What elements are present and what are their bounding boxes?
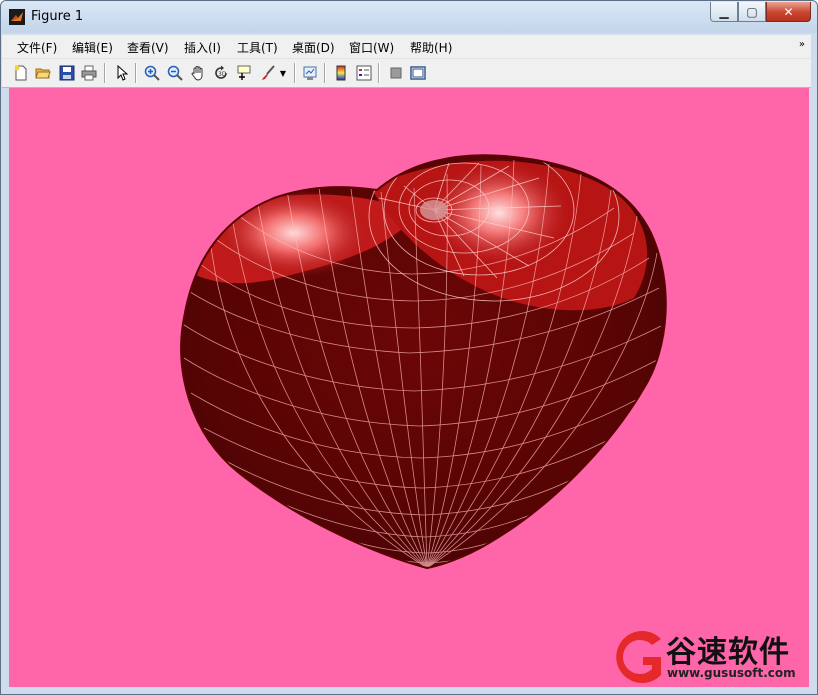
show-plot-tools-button[interactable]: [408, 63, 428, 83]
watermark: 谷速软件 www.gususoft.com: [609, 627, 809, 687]
new-file-icon: [14, 65, 27, 81]
figure-canvas[interactable]: 谷速软件 www.gususoft.com: [9, 88, 809, 687]
link-plot-icon: [303, 66, 317, 80]
print-figure-button[interactable]: [79, 63, 99, 83]
rotate-3d-icon: 3D: [215, 65, 227, 79]
zoom-out-icon: [167, 65, 183, 81]
data-cursor-button[interactable]: [234, 63, 254, 83]
folder-open-icon: [35, 68, 51, 79]
zoom-in-icon: [144, 65, 160, 81]
show-plot-tools-icon: [410, 66, 426, 80]
toolbar-separator: [324, 63, 326, 83]
minimize-icon: ▁: [719, 4, 729, 19]
hide-plot-tools-button[interactable]: [386, 63, 406, 83]
save-figure-button[interactable]: [57, 63, 77, 83]
zoom-out-button[interactable]: [165, 63, 185, 83]
window-controls: ▁ ▢ ✕: [710, 2, 811, 22]
figure-window: Figure 1 ▁ ▢ ✕ 文件(F) 编辑(E) 查看(V) 插入(I) 工…: [0, 0, 818, 695]
heart-surface: [181, 155, 666, 568]
toolbar-separator: [294, 63, 296, 83]
menu-desktop[interactable]: 桌面(D): [292, 39, 335, 56]
menu-tools[interactable]: 工具(T): [237, 39, 278, 56]
menu-edit[interactable]: 编辑(E): [72, 39, 113, 56]
maximize-button[interactable]: ▢: [738, 2, 766, 22]
watermark-logo-icon: [616, 631, 661, 683]
insert-legend-button[interactable]: [354, 63, 374, 83]
maximize-icon: ▢: [746, 4, 758, 19]
watermark-title: 谷速软件: [666, 635, 790, 670]
colorbar-icon: [336, 65, 346, 81]
hand-icon: [191, 66, 203, 81]
menu-window[interactable]: 窗口(W): [349, 39, 394, 56]
toolbar-separator: [104, 63, 106, 83]
menu-file[interactable]: 文件(F): [17, 39, 57, 56]
insert-colorbar-button[interactable]: [331, 63, 351, 83]
watermark-url: www.gususoft.com: [667, 666, 796, 680]
title-bar[interactable]: Figure 1 ▁ ▢ ✕: [1, 1, 817, 33]
hide-plot-tools-icon: [390, 67, 402, 79]
chevron-down-icon: ▼: [279, 68, 287, 78]
matlab-icon: [9, 9, 25, 25]
pan-button[interactable]: [188, 63, 208, 83]
toolbar-separator: [135, 63, 137, 83]
data-cursor-icon: [237, 65, 251, 80]
menu-view[interactable]: 查看(V): [127, 39, 169, 56]
edit-plot-button[interactable]: [112, 63, 132, 83]
open-file-button[interactable]: [33, 63, 53, 83]
menu-help[interactable]: 帮助(H): [410, 39, 452, 56]
new-figure-button[interactable]: [11, 63, 31, 83]
window-title: Figure 1: [31, 9, 84, 24]
printer-icon: [81, 65, 97, 81]
menu-bar: 文件(F) 编辑(E) 查看(V) 插入(I) 工具(T) 桌面(D) 窗口(W…: [2, 34, 811, 58]
toolbar-separator: [378, 63, 380, 83]
arrow-cursor-icon: [117, 65, 129, 81]
figure-toolbar: 3D ▼: [2, 58, 811, 88]
brush-icon: [262, 65, 275, 80]
zoom-in-button[interactable]: [142, 63, 162, 83]
brush-dropdown[interactable]: ▼: [278, 63, 288, 83]
legend-icon: [356, 65, 372, 81]
top-dimple: [420, 200, 448, 220]
close-button[interactable]: ✕: [766, 2, 811, 22]
heart-surface-plot[interactable]: [9, 88, 809, 687]
rotate-3d-button[interactable]: 3D: [211, 63, 231, 83]
svg-text:3D: 3D: [218, 71, 227, 78]
minimize-button[interactable]: ▁: [710, 2, 738, 22]
save-icon: [59, 65, 75, 81]
brush-button[interactable]: [258, 63, 278, 83]
double-chevron-icon[interactable]: »: [799, 39, 805, 50]
menu-insert[interactable]: 插入(I): [184, 39, 221, 56]
close-icon: ✕: [783, 4, 794, 19]
link-plot-button[interactable]: [300, 63, 320, 83]
